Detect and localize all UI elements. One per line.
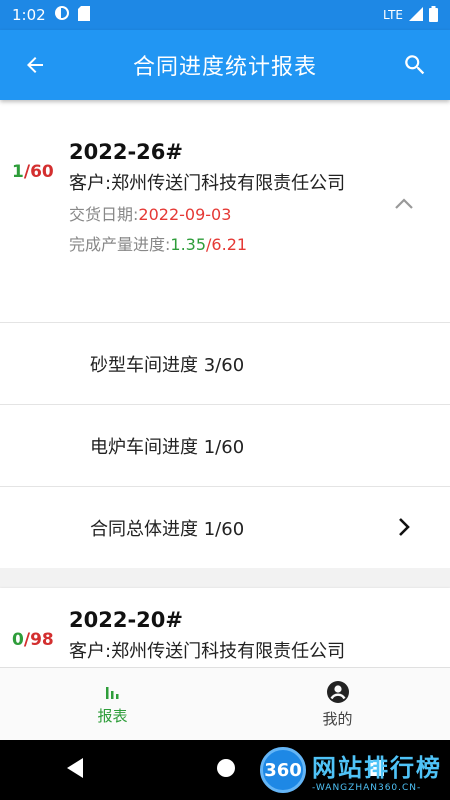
contract-overall-progress-row[interactable]: 合同总体进度 1/60 xyxy=(0,486,450,568)
account-circle-icon xyxy=(326,680,349,703)
bar-chart-icon xyxy=(105,686,118,699)
customer-name: 郑州传送门科技有限责任公司 xyxy=(111,641,346,662)
site-watermark: 360 网站排行榜 -WANGZHAN360.CN- xyxy=(260,740,442,800)
delivery-date: 2022-09-03 xyxy=(138,205,232,224)
count-total: 98 xyxy=(30,630,54,650)
row-label: 砂型车间进度 3/60 xyxy=(90,354,245,376)
home-circle-icon[interactable] xyxy=(216,758,236,782)
progress-total: 6.21 xyxy=(211,235,248,254)
back-triangle-icon[interactable] xyxy=(65,757,85,783)
status-time: 1:02 xyxy=(12,6,46,24)
count-done: 0 xyxy=(12,630,24,650)
watermark-title: 网站排行榜 xyxy=(312,753,442,782)
furnace-workshop-progress-row[interactable]: 电炉车间进度 1/60 xyxy=(0,404,450,486)
contract-number: 2022-20# xyxy=(69,608,183,632)
count-total: 60 xyxy=(30,162,54,182)
nav-mine-label: 我的 xyxy=(322,709,353,728)
arrow-left-icon xyxy=(27,57,43,73)
customer-name: 郑州传送门科技有限责任公司 xyxy=(111,173,346,194)
production-progress-line: 完成产量进度:1.35/6.21 xyxy=(69,235,248,254)
contract-count: 1/60 xyxy=(12,162,54,182)
watermark-url: -WANGZHAN360.CN- xyxy=(312,782,422,793)
search-icon xyxy=(405,55,425,75)
contract-list[interactable]: 1/60 2022-26# 客户:郑州传送门科技有限责任公司 交货日期:2022… xyxy=(0,100,450,667)
watermark-logo: 360 xyxy=(260,747,306,793)
signal-icon xyxy=(409,6,423,24)
row-label: 合同总体进度 1/60 xyxy=(90,518,245,540)
contract-info: 2022-26# 客户:郑州传送门科技有限责任公司 交货日期:2022-09-0… xyxy=(69,140,369,258)
search-button[interactable] xyxy=(380,30,450,100)
sd-card-icon xyxy=(77,5,90,25)
contract-card: 1/60 2022-26# 客户:郑州传送门科技有限责任公司 交货日期:2022… xyxy=(0,100,450,568)
chevron-right-icon xyxy=(398,517,410,542)
page-title: 合同进度统计报表 xyxy=(132,55,317,80)
contract-number: 2022-26# xyxy=(69,140,183,164)
contract-count: 0/98 xyxy=(12,630,54,650)
nav-report-label: 报表 xyxy=(97,706,128,725)
customer-line: 客户:郑州传送门科技有限责任公司 xyxy=(69,641,346,662)
battery-icon xyxy=(429,5,438,25)
card-gap xyxy=(0,568,450,588)
sand-workshop-progress-row[interactable]: 砂型车间进度 3/60 xyxy=(0,322,450,404)
delivery-date-line: 交货日期:2022-09-03 xyxy=(69,205,232,224)
chevron-up-icon xyxy=(395,198,413,209)
back-button[interactable] xyxy=(0,30,70,100)
customer-line: 客户:郑州传送门科技有限责任公司 xyxy=(69,173,346,194)
app-notification-icon xyxy=(54,5,70,25)
collapse-button[interactable] xyxy=(394,196,414,215)
status-bar: 1:02 LTE xyxy=(0,0,450,30)
bottom-navigation: 报表 我的 xyxy=(0,667,450,740)
network-type: LTE xyxy=(383,8,403,22)
contract-info: 2022-20# 客户:郑州传送门科技有限责任公司 xyxy=(69,608,369,666)
count-done: 1 xyxy=(12,162,24,182)
row-label: 电炉车间进度 1/60 xyxy=(90,436,245,458)
contract-card-header[interactable]: 1/60 2022-26# 客户:郑州传送门科技有限责任公司 交货日期:2022… xyxy=(0,100,450,322)
nav-mine[interactable]: 我的 xyxy=(225,668,450,740)
app-bar: 合同进度统计报表 xyxy=(0,30,450,100)
nav-report[interactable]: 报表 xyxy=(0,668,225,740)
contract-card[interactable]: 0/98 2022-20# 客户:郑州传送门科技有限责任公司 xyxy=(0,588,450,667)
progress-done: 1.35 xyxy=(170,235,207,254)
